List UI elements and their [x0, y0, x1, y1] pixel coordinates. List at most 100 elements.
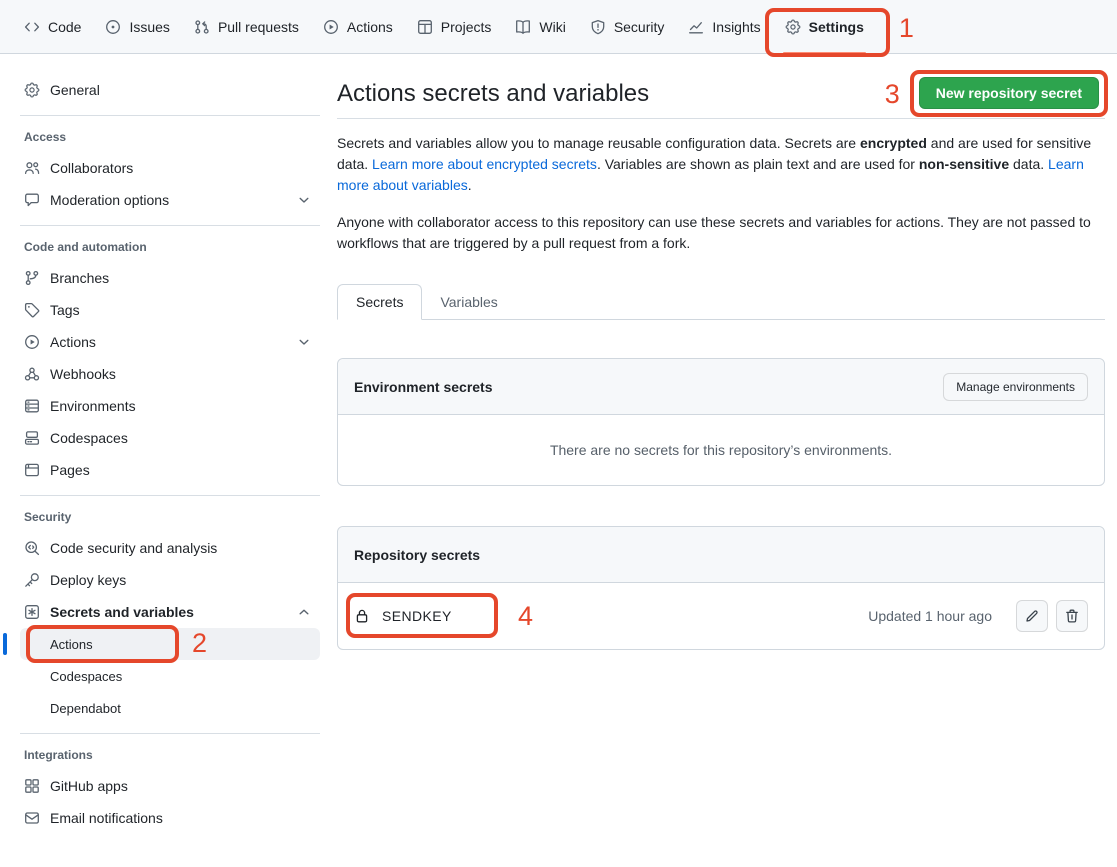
secret-name: SENDKEY [382, 608, 452, 624]
sidebar-item-label: Actions [50, 334, 96, 350]
nav-tab-wiki[interactable]: Wiki [507, 0, 573, 53]
sidebar-subitem-label: Actions [50, 637, 93, 652]
sidebar-item-pages[interactable]: Pages [20, 454, 320, 486]
book-icon [515, 19, 531, 35]
issue-opened-icon [105, 19, 121, 35]
selected-item-indicator [3, 633, 7, 655]
nav-tab-label: Insights [712, 19, 760, 35]
link-learn-more-encrypted-secrets[interactable]: Learn more about encrypted secrets [372, 156, 597, 172]
play-icon [323, 19, 339, 35]
sidebar-item-label: Pages [50, 462, 90, 478]
sidebar-item-github-apps[interactable]: GitHub apps [20, 770, 320, 802]
sidebar-item-moderation-options[interactable]: Moderation options [20, 184, 320, 216]
sidebar-item-label: Deploy keys [50, 572, 126, 588]
nav-tab-label: Settings [809, 19, 864, 35]
sidebar-item-webhooks[interactable]: Webhooks [20, 358, 320, 390]
sidebar-item-label: Codespaces [50, 430, 128, 446]
chevron-down-icon [296, 334, 312, 350]
sidebar-subitem-codespaces[interactable]: Codespaces [20, 660, 320, 692]
repo-tab-nav: Code Issues Pull requests Actions Projec… [0, 0, 1117, 54]
code-icon [24, 19, 40, 35]
sidebar-item-code-security[interactable]: Code security and analysis [20, 532, 320, 564]
sidebar-subitem-dependabot[interactable]: Dependabot [20, 692, 320, 724]
divider [20, 115, 320, 116]
trash-icon [1064, 608, 1080, 624]
divider [20, 225, 320, 226]
key-icon [24, 572, 40, 588]
graph-icon [688, 19, 704, 35]
sidebar-item-label: General [50, 82, 100, 98]
nav-tab-pull-requests[interactable]: Pull requests [186, 0, 307, 53]
new-secret-button-wrap: New repository secret 3 [919, 77, 1099, 109]
secret-updated-timestamp: Updated 1 hour ago [868, 608, 992, 624]
mail-icon [24, 810, 40, 826]
annotation-number-1: 1 [899, 15, 914, 42]
git-pull-request-icon [194, 19, 210, 35]
sidebar-item-label: Code security and analysis [50, 540, 217, 556]
sidebar-item-actions[interactable]: Actions [20, 326, 320, 358]
nav-tab-label: Actions [347, 19, 393, 35]
sidebar-item-branches[interactable]: Branches [20, 262, 320, 294]
nav-tab-settings[interactable]: Settings 1 [777, 0, 872, 53]
nav-tab-label: Projects [441, 19, 492, 35]
sidebar-item-label: GitHub apps [50, 778, 128, 794]
sidebar-item-email-notifications[interactable]: Email notifications [20, 802, 320, 834]
project-icon [417, 19, 433, 35]
intro-paragraph-1: Secrets and variables allow you to manag… [337, 133, 1105, 196]
divider [20, 495, 320, 496]
environment-secrets-header: Environment secrets Manage environments [338, 359, 1104, 415]
annotation-box-step2 [26, 625, 179, 663]
sidebar-subitem-label: Dependabot [50, 701, 121, 716]
gear-icon [785, 19, 801, 35]
sidebar-item-label: Environments [50, 398, 136, 414]
sidebar-item-general[interactable]: General [20, 74, 320, 106]
sidebar-item-codespaces[interactable]: Codespaces [20, 422, 320, 454]
pencil-icon [1024, 608, 1040, 624]
nav-tab-issues[interactable]: Issues [97, 0, 177, 53]
sidebar-subitem-actions[interactable]: Actions 2 [20, 628, 320, 660]
nav-tab-actions[interactable]: Actions [315, 0, 401, 53]
sidebar-item-label: Tags [50, 302, 80, 318]
tab-secrets[interactable]: Secrets [337, 284, 422, 320]
sidebar-item-label: Branches [50, 270, 109, 286]
new-repository-secret-button[interactable]: New repository secret [919, 77, 1099, 109]
nav-tab-code[interactable]: Code [16, 0, 89, 53]
page-header: Actions secrets and variables New reposi… [337, 54, 1105, 119]
sidebar-item-tags[interactable]: Tags [20, 294, 320, 326]
annotation-number-2: 2 [192, 630, 207, 657]
people-icon [24, 160, 40, 176]
sidebar-item-collaborators[interactable]: Collaborators [20, 152, 320, 184]
manage-environments-button[interactable]: Manage environments [943, 373, 1088, 401]
git-branch-icon [24, 270, 40, 286]
nav-tab-insights[interactable]: Insights [680, 0, 768, 53]
main-content: Actions secrets and variables New reposi… [337, 54, 1105, 650]
key-asterisk-icon [24, 604, 40, 620]
sidebar-section-security: Security [20, 510, 320, 524]
edit-secret-button[interactable] [1016, 600, 1048, 632]
sidebar-item-environments[interactable]: Environments [20, 390, 320, 422]
codespaces-icon [24, 430, 40, 446]
nav-tab-projects[interactable]: Projects [409, 0, 500, 53]
nav-tab-label: Issues [129, 19, 169, 35]
delete-secret-button[interactable] [1056, 600, 1088, 632]
repository-secrets-header: Repository secrets [338, 527, 1104, 583]
intro-text: Secrets and variables allow you to manag… [337, 133, 1105, 254]
nav-tab-label: Security [614, 19, 665, 35]
divider [20, 733, 320, 734]
nav-tab-label: Wiki [539, 19, 565, 35]
settings-sidebar: General Access Collaborators Moderation … [0, 54, 337, 867]
sidebar-item-label: Email notifications [50, 810, 163, 826]
sidebar-item-secrets-and-variables[interactable]: Secrets and variables [20, 596, 320, 628]
sidebar-item-label: Secrets and variables [50, 604, 194, 620]
nav-tab-security[interactable]: Security [582, 0, 673, 53]
intro-text-segment: data. [1009, 156, 1048, 172]
annotation-number-4: 4 [518, 603, 533, 630]
sidebar-item-deploy-keys[interactable]: Deploy keys [20, 564, 320, 596]
tab-variables[interactable]: Variables [422, 285, 515, 319]
webhook-icon [24, 366, 40, 382]
chevron-down-icon [296, 192, 312, 208]
play-icon [24, 334, 40, 350]
sidebar-item-label: Collaborators [50, 160, 133, 176]
gear-icon [24, 82, 40, 98]
server-icon [24, 398, 40, 414]
